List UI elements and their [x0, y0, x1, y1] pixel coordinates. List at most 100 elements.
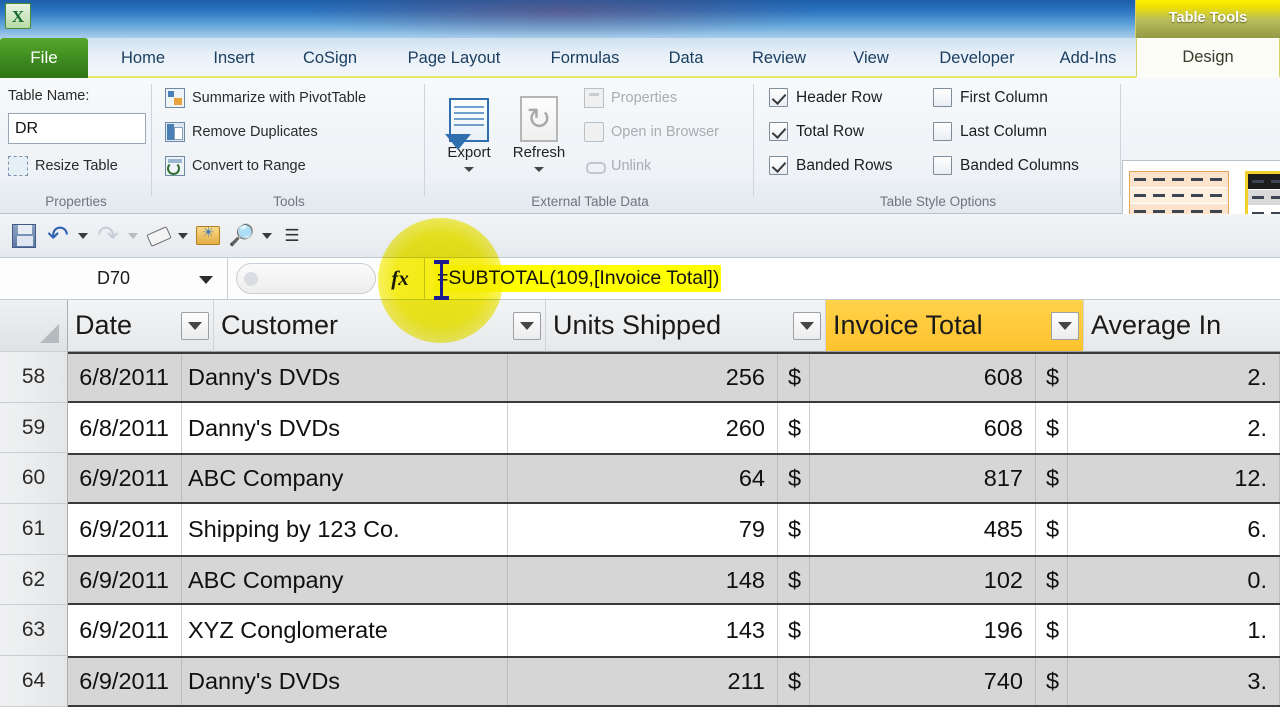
checkbox-banded-rows[interactable]: Banded Rows: [769, 156, 893, 175]
excel-logo-icon[interactable]: X: [5, 3, 31, 29]
checkbox-last-column[interactable]: Last Column: [933, 122, 1047, 141]
cell-date[interactable]: 6/8/2011: [68, 403, 182, 454]
redo-dropdown-caret[interactable]: [126, 220, 140, 252]
ribbon-tab-data[interactable]: Data: [648, 38, 724, 78]
save-icon[interactable]: [8, 220, 40, 252]
ribbon-tab-add-ins[interactable]: Add-Ins: [1044, 38, 1132, 78]
ribbon-tab-view[interactable]: View: [833, 38, 909, 78]
folder-icon[interactable]: [192, 220, 224, 252]
undo-dropdown-caret[interactable]: [76, 220, 90, 252]
cell-units-shipped[interactable]: 143: [508, 605, 778, 656]
ribbon-tab-page-layout[interactable]: Page Layout: [387, 38, 521, 78]
checkbox-banded-columns[interactable]: Banded Columns: [933, 156, 1079, 175]
ribbon-tab-cosign[interactable]: CoSign: [283, 38, 377, 78]
table-name-input[interactable]: DR: [8, 113, 146, 144]
row-header[interactable]: 62: [0, 555, 68, 606]
ribbon-tab-design[interactable]: Design: [1136, 38, 1280, 78]
table-row[interactable]: 636/9/2011XYZ Conglomerate143$196$1.: [0, 605, 1280, 656]
row-header[interactable]: 58: [0, 352, 68, 403]
cell-date[interactable]: 6/9/2011: [68, 658, 182, 705]
table-row[interactable]: 616/9/2011Shipping by 123 Co.79$485$6.: [0, 504, 1280, 555]
chevron-down-icon[interactable]: [199, 276, 213, 284]
erase-dropdown-caret[interactable]: [176, 220, 190, 252]
cell-customer[interactable]: Danny's DVDs: [182, 354, 508, 401]
refresh-button[interactable]: Refresh: [500, 86, 578, 172]
name-box[interactable]: D70: [0, 258, 228, 299]
find-icon[interactable]: 🔎: [226, 220, 258, 252]
cell-invoice-total[interactable]: 608: [810, 403, 1036, 454]
cell-average-invoice[interactable]: 12.: [1068, 455, 1280, 502]
table-row[interactable]: 646/9/2011Danny's DVDs211$740$3.: [0, 656, 1280, 707]
cell-average-invoice[interactable]: 1.: [1068, 605, 1280, 656]
ribbon-tab-insert[interactable]: Insert: [192, 38, 276, 78]
formula-input[interactable]: =SUBTOTAL(109,[Invoice Total]): [424, 258, 1280, 299]
column-header-invoice-total[interactable]: Invoice Total: [826, 300, 1084, 352]
checkbox-total-row[interactable]: Total Row: [769, 122, 864, 141]
column-header-date[interactable]: Date: [68, 300, 214, 352]
cell-units-shipped[interactable]: 211: [508, 658, 778, 705]
filter-dropdown-icon[interactable]: [793, 312, 821, 340]
cell-date[interactable]: 6/9/2011: [68, 557, 182, 604]
export-dropdown-caret[interactable]: [464, 167, 474, 172]
column-header-units-shipped[interactable]: Units Shipped: [546, 300, 826, 352]
cell-invoice-total[interactable]: 740: [810, 658, 1036, 705]
resize-table-button[interactable]: Resize Table: [8, 156, 118, 176]
ribbon-tab-file[interactable]: File: [0, 38, 88, 78]
cell-customer[interactable]: ABC Company: [182, 455, 508, 502]
filter-dropdown-icon[interactable]: [513, 312, 541, 340]
cell-date[interactable]: 6/8/2011: [68, 354, 182, 401]
cell-customer[interactable]: Shipping by 123 Co.: [182, 504, 508, 555]
insert-function-icon[interactable]: fx: [376, 258, 424, 299]
row-header[interactable]: 64: [0, 656, 68, 707]
checkbox-first-column[interactable]: First Column: [933, 88, 1048, 107]
cell-invoice-total[interactable]: 485: [810, 504, 1036, 555]
cell-customer[interactable]: ABC Company: [182, 557, 508, 604]
table-row[interactable]: 586/8/2011Danny's DVDs256$608$2.: [0, 352, 1280, 403]
cell-average-invoice[interactable]: 6.: [1068, 504, 1280, 555]
column-header-average-in[interactable]: Average In: [1084, 300, 1280, 352]
cell-date[interactable]: 6/9/2011: [68, 605, 182, 656]
checkbox-header-row[interactable]: Header Row: [769, 88, 882, 107]
row-header[interactable]: 59: [0, 403, 68, 454]
cell-invoice-total[interactable]: 196: [810, 605, 1036, 656]
row-header[interactable]: 63: [0, 605, 68, 656]
erase-icon[interactable]: [142, 220, 174, 252]
ribbon-tab-home[interactable]: Home: [100, 38, 186, 78]
cell-customer[interactable]: Danny's DVDs: [182, 658, 508, 705]
cell-invoice-total[interactable]: 608: [810, 354, 1036, 401]
filter-dropdown-icon[interactable]: [181, 312, 209, 340]
cell-units-shipped[interactable]: 256: [508, 354, 778, 401]
select-all-corner[interactable]: [0, 300, 68, 352]
column-header-customer[interactable]: Customer: [214, 300, 546, 352]
customize-icon[interactable]: ☰: [276, 220, 308, 252]
table-row[interactable]: 626/9/2011ABC Company148$102$0.: [0, 555, 1280, 606]
redo-icon[interactable]: ↷: [92, 220, 124, 252]
export-button[interactable]: Export: [430, 86, 508, 172]
cell-units-shipped[interactable]: 79: [508, 504, 778, 555]
cell-customer[interactable]: Danny's DVDs: [182, 403, 508, 454]
remove-duplicates-button[interactable]: Remove Duplicates: [165, 122, 318, 142]
row-header[interactable]: 61: [0, 504, 68, 555]
undo-icon[interactable]: ↶: [42, 220, 74, 252]
summarize-with-pivottable-button[interactable]: Summarize with PivotTable: [165, 88, 366, 108]
convert-to-range-button[interactable]: Convert to Range: [165, 156, 306, 176]
refresh-dropdown-caret[interactable]: [534, 167, 544, 172]
cell-date[interactable]: 6/9/2011: [68, 455, 182, 502]
cell-units-shipped[interactable]: 64: [508, 455, 778, 502]
cell-units-shipped[interactable]: 260: [508, 403, 778, 454]
cell-average-invoice[interactable]: 0.: [1068, 557, 1280, 604]
cell-invoice-total[interactable]: 102: [810, 557, 1036, 604]
find-dropdown-caret[interactable]: [260, 220, 274, 252]
cell-average-invoice[interactable]: 2.: [1068, 403, 1280, 454]
table-row[interactable]: 596/8/2011Danny's DVDs260$608$2.: [0, 403, 1280, 454]
ribbon-tab-formulas[interactable]: Formulas: [530, 38, 640, 78]
cell-average-invoice[interactable]: 3.: [1068, 658, 1280, 705]
filter-dropdown-icon[interactable]: [1051, 312, 1079, 340]
table-row[interactable]: 606/9/2011ABC Company64$817$12.: [0, 453, 1280, 504]
cell-customer[interactable]: XYZ Conglomerate: [182, 605, 508, 656]
row-header[interactable]: 60: [0, 453, 68, 504]
cell-units-shipped[interactable]: 148: [508, 557, 778, 604]
ribbon-tab-review[interactable]: Review: [731, 38, 827, 78]
cell-invoice-total[interactable]: 817: [810, 455, 1036, 502]
cell-average-invoice[interactable]: 2.: [1068, 354, 1280, 401]
